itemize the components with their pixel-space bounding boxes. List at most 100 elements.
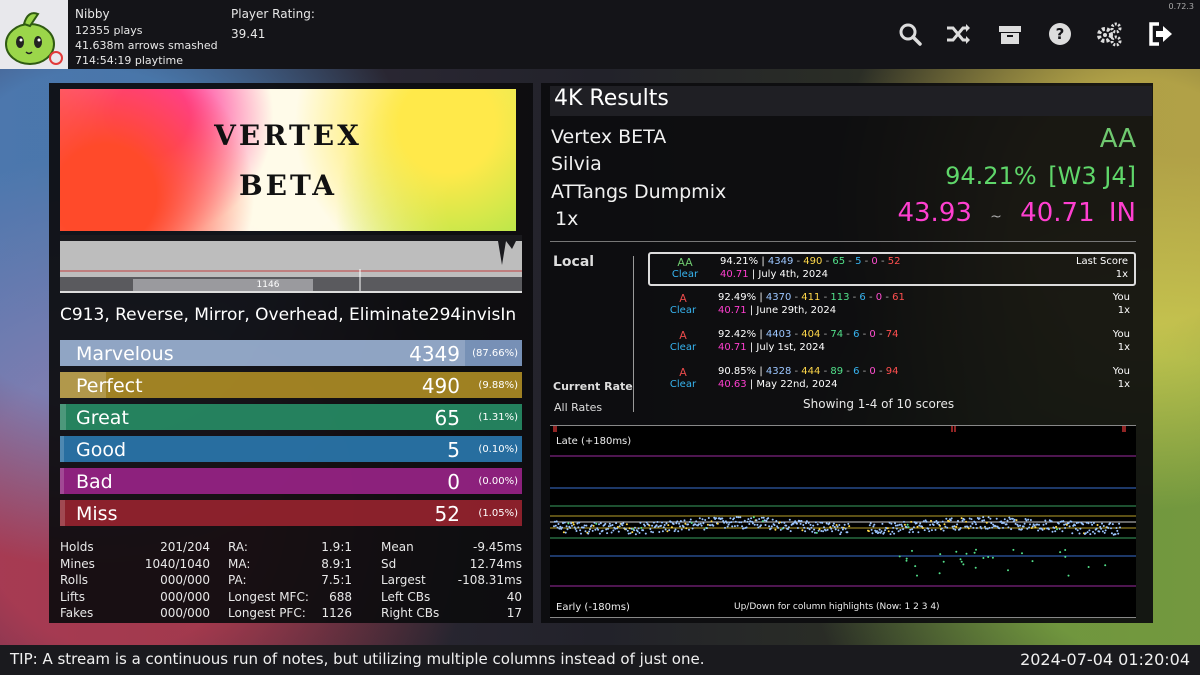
separator: | — [748, 269, 759, 280]
judgment-name: Perfect — [76, 375, 143, 397]
offset-point — [814, 531, 816, 534]
offset-point — [1018, 528, 1021, 531]
offset-plot[interactable]: Late (+180ms) Early (-180ms) Up/Down for… — [550, 425, 1136, 618]
rate-label: 1x — [555, 208, 579, 230]
offset-point — [762, 516, 765, 519]
offset-point — [571, 521, 574, 524]
score-entry[interactable]: AA Clear 94.21% | 4349 - 490 - 65 - 5 - 0 … — [648, 252, 1136, 286]
score-judgment-count: 74 — [830, 329, 844, 340]
score-entry[interactable]: A Clear 92.49% | 4370 - 411 - 113 - 6 - 0 … — [648, 290, 1136, 324]
offset-point — [753, 523, 756, 526]
msd-value: 43.93 — [897, 198, 972, 228]
stat-value: 1126 — [321, 606, 352, 620]
offset-point — [867, 530, 870, 533]
offset-point — [959, 527, 962, 529]
offset-point — [591, 529, 594, 532]
offset-point — [830, 527, 833, 530]
box-icon[interactable] — [996, 20, 1024, 48]
separator: - — [843, 366, 854, 377]
offset-point — [948, 520, 950, 523]
offset-point — [572, 523, 575, 526]
separator: | — [746, 305, 757, 316]
offset-point — [1059, 551, 1062, 554]
offset-point — [960, 560, 963, 563]
offset-point — [1021, 552, 1023, 555]
offset-point — [1090, 521, 1093, 524]
offset-point — [577, 526, 580, 529]
offset-point — [712, 524, 715, 527]
all-rates-toggle[interactable]: All Rates — [554, 401, 602, 414]
score-judgment-line: 92.42% | 4403 - 404 - 74 - 6 - 0 - 74 — [718, 329, 898, 340]
offset-point — [1109, 522, 1112, 525]
avatar[interactable] — [0, 0, 68, 69]
offset-point — [986, 527, 989, 530]
offset-point — [833, 526, 836, 528]
offset-point — [567, 522, 570, 525]
offset-point — [886, 527, 889, 530]
offset-point — [774, 528, 777, 531]
exit-icon[interactable] — [1146, 20, 1174, 48]
offset-point — [991, 526, 994, 529]
offset-point — [601, 529, 604, 532]
offset-point — [594, 528, 597, 531]
offset-point — [834, 528, 837, 531]
offset-point — [779, 528, 782, 531]
score-percent-value: 94.21% — [945, 162, 1037, 190]
offset-point — [800, 520, 803, 522]
offset-point — [970, 518, 973, 521]
score-entry[interactable]: A Clear 90.85% | 4328 - 444 - 89 - 6 - 0 -… — [648, 364, 1136, 398]
offset-point — [933, 521, 936, 524]
judgment-percent: (0.00%) — [478, 476, 518, 487]
offset-point — [887, 530, 890, 533]
offset-point — [626, 529, 629, 532]
offset-point — [640, 526, 643, 529]
offset-point — [608, 522, 611, 525]
offset-point — [915, 522, 918, 525]
stat-label: Lifts — [60, 589, 85, 604]
offset-point — [736, 524, 739, 527]
offset-point — [1029, 523, 1031, 526]
separator: | — [756, 292, 766, 303]
stat-sd: Sd 12.74ms — [381, 557, 522, 571]
shuffle-icon[interactable] — [944, 20, 972, 48]
offset-point — [842, 526, 845, 529]
stats-ratio-block: RA: 1.9:1 MA: 8.9:1 PA: 7.5:1 Longest MFC: 688 L… — [228, 540, 352, 620]
offset-point — [971, 522, 974, 525]
settings-icon[interactable] — [1095, 20, 1123, 48]
offset-point — [975, 548, 977, 551]
offset-point — [672, 523, 675, 525]
offset-point — [677, 530, 680, 533]
current-rate-toggle[interactable]: Current Rate — [553, 380, 633, 393]
stat-value: 1040/1040 — [144, 556, 210, 571]
score-judgment-count: 490 — [803, 256, 823, 267]
local-scores-tab[interactable]: Local — [553, 254, 594, 270]
offset-point — [1023, 522, 1026, 525]
score-entry[interactable]: A Clear 92.42% | 4403 - 404 - 74 - 6 - 0 -… — [648, 327, 1136, 361]
offset-point — [593, 521, 596, 524]
stat-value: 201/204 — [160, 540, 210, 554]
offset-point — [689, 518, 692, 521]
offset-point — [1017, 525, 1020, 528]
profile-arrows: 41.638m arrows smashed — [75, 39, 218, 52]
offset-point — [916, 574, 918, 577]
offset-point — [899, 529, 902, 531]
offset-point — [661, 530, 664, 533]
stat-label: Mean — [381, 540, 414, 554]
offset-point — [742, 527, 745, 530]
offset-point — [756, 523, 759, 526]
offset-point — [1020, 528, 1023, 531]
score-ssr: 40.71 — [718, 342, 747, 353]
stat-value: 17 — [506, 606, 522, 620]
offset-point — [1075, 522, 1078, 524]
offset-point — [691, 527, 694, 530]
offset-point — [1091, 523, 1094, 526]
search-icon[interactable] — [896, 20, 924, 48]
offset-point — [589, 528, 591, 531]
offset-point — [1031, 560, 1034, 563]
offset-point — [898, 555, 901, 558]
separator: - — [791, 329, 802, 340]
offset-point — [1009, 518, 1012, 521]
offset-point — [896, 524, 899, 527]
help-icon[interactable]: ? — [1046, 20, 1074, 48]
offset-point — [787, 526, 790, 529]
